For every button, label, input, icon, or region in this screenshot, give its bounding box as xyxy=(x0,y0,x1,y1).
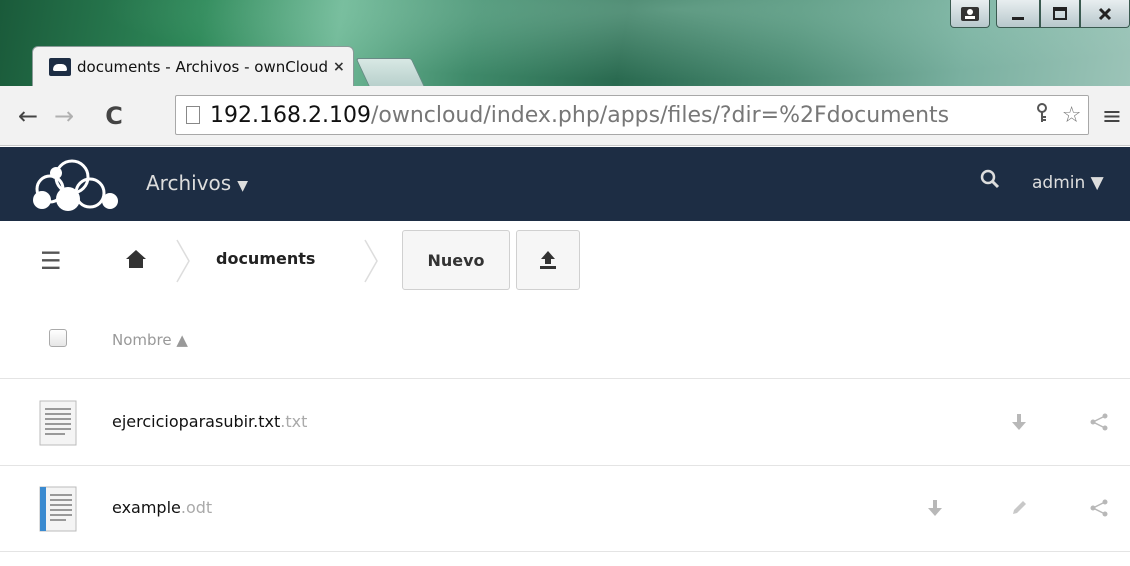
file-name[interactable]: example.odt xyxy=(112,498,212,517)
app-name: Archivos xyxy=(146,171,232,195)
breadcrumb-documents[interactable]: documents xyxy=(216,249,315,268)
minimize-button[interactable] xyxy=(996,0,1040,28)
select-all-checkbox[interactable] xyxy=(49,329,67,347)
download-icon xyxy=(928,500,942,516)
user-icon xyxy=(961,6,979,21)
search-icon[interactable] xyxy=(980,169,1000,194)
edit-action[interactable] xyxy=(1003,492,1035,524)
forward-arrow-icon[interactable]: → xyxy=(46,102,82,130)
odt-document-icon xyxy=(39,486,77,532)
file-basename: example xyxy=(112,498,181,517)
share-icon xyxy=(1090,499,1108,517)
column-header-name[interactable]: Nombre ▲ xyxy=(112,331,188,349)
url-host: 192.168.2.109 xyxy=(210,102,371,128)
download-icon xyxy=(1012,414,1026,430)
address-bar[interactable]: 192.168.2.109/owncloud/index.php/apps/fi… xyxy=(175,95,1089,135)
window-controls xyxy=(950,0,1130,30)
chrome-menu-icon[interactable]: ≡ xyxy=(1102,102,1122,130)
owncloud-header: Archivos ▼ admin ▼ xyxy=(0,147,1130,221)
file-extension: .txt xyxy=(280,412,308,431)
maximize-button[interactable] xyxy=(1040,0,1080,28)
upload-icon xyxy=(540,251,556,269)
close-icon xyxy=(1098,7,1112,20)
breadcrumb-separator-icon xyxy=(364,239,378,283)
share-action[interactable] xyxy=(1083,492,1115,524)
file-name[interactable]: ejercicioparasubir.txt.txt xyxy=(112,412,307,431)
text-file-icon xyxy=(39,400,77,446)
app-menu-caret-icon: ▼ xyxy=(237,178,248,194)
app-menu[interactable]: Archivos ▼ xyxy=(146,171,248,195)
file-extension: .odt xyxy=(180,498,213,517)
address-bar-actions: ☆ xyxy=(1028,96,1088,134)
files-controls-bar: ☰ documents Nuevo xyxy=(0,221,1130,301)
tab-close-icon[interactable]: × xyxy=(333,59,345,75)
file-basename: ejercicioparasubir.txt xyxy=(112,412,281,431)
share-action[interactable] xyxy=(1083,406,1115,438)
pencil-icon xyxy=(1013,501,1026,514)
browser-tab-active[interactable]: documents - Archivos - ownCloud × xyxy=(32,46,354,86)
hamburger-menu-icon[interactable]: ☰ xyxy=(40,247,62,275)
tab-title: documents - Archivos - ownCloud xyxy=(77,57,327,76)
breadcrumb-separator-icon xyxy=(176,239,190,283)
owncloud-favicon-icon xyxy=(49,57,71,76)
page-icon xyxy=(186,106,200,124)
minimize-icon xyxy=(1012,16,1024,20)
file-row[interactable]: ejercicioparasubir.txt.txt xyxy=(0,380,1130,466)
browser-toolbar: ← → C 192.168.2.109/owncloud/index.php/a… xyxy=(0,86,1130,146)
file-row[interactable]: example.odt xyxy=(0,466,1130,552)
user-menu[interactable]: admin ▼ xyxy=(1032,173,1104,193)
bookmark-star-icon[interactable]: ☆ xyxy=(1062,103,1082,128)
reload-icon[interactable]: C xyxy=(96,102,132,130)
upload-button[interactable] xyxy=(516,230,580,290)
key-icon[interactable] xyxy=(1035,102,1049,128)
home-icon[interactable] xyxy=(124,247,148,271)
close-window-button[interactable] xyxy=(1080,0,1130,28)
user-profile-button[interactable] xyxy=(950,0,990,28)
download-action[interactable] xyxy=(1003,406,1035,438)
share-icon xyxy=(1090,413,1108,431)
owncloud-logo-icon[interactable] xyxy=(28,155,132,213)
download-action[interactable] xyxy=(919,492,951,524)
maximize-icon xyxy=(1053,6,1067,20)
new-button[interactable]: Nuevo xyxy=(402,230,510,290)
file-list-header: Nombre ▲ xyxy=(0,301,1130,379)
url-path: /owncloud/index.php/apps/files/?dir=%2Fd… xyxy=(370,102,950,128)
back-arrow-icon[interactable]: ← xyxy=(10,102,46,130)
